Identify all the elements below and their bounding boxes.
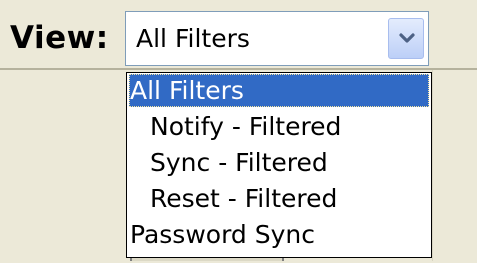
option-label: Sync - Filtered <box>150 148 328 177</box>
option-label: Notify - Filtered <box>150 112 342 141</box>
option-label: Password Sync <box>130 220 315 249</box>
dropdown-button[interactable] <box>388 18 424 59</box>
chevron-down-icon <box>399 33 415 43</box>
view-label: View: <box>10 20 109 56</box>
view-select-value: All Filters <box>136 24 250 53</box>
dropdown-option-all-filters[interactable]: All Filters <box>129 74 429 107</box>
dropdown-option-password-sync[interactable]: Password Sync <box>129 218 429 251</box>
view-select[interactable]: All Filters <box>125 11 429 66</box>
dropdown-option-sync-filtered[interactable]: Sync - Filtered <box>129 146 429 179</box>
option-label: Reset - Filtered <box>150 184 338 213</box>
option-label: All Filters <box>130 76 244 105</box>
dropdown-option-reset-filtered[interactable]: Reset - Filtered <box>129 182 429 215</box>
panel-divider <box>432 70 433 261</box>
dropdown-option-notify-filtered[interactable]: Notify - Filtered <box>129 110 429 143</box>
view-dropdown-list: All Filters Notify - Filtered Sync - Fil… <box>126 72 432 258</box>
